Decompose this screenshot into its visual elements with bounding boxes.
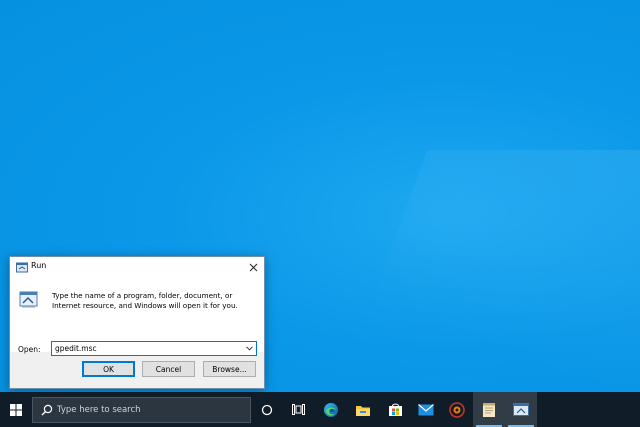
task-view-button[interactable] [282, 392, 314, 427]
task-view-icon [291, 404, 305, 415]
microsoft-store-icon [388, 403, 402, 416]
windows-start-icon [10, 403, 22, 416]
search-placeholder: Type here to search [57, 405, 141, 415]
ok-button[interactable]: OK [82, 361, 135, 377]
app-icon [449, 401, 465, 418]
app-button[interactable] [441, 392, 473, 427]
dropdown-button[interactable] [244, 343, 255, 354]
file-explorer-icon [356, 405, 370, 416]
run-icon [16, 262, 28, 273]
taskbar: Type here to search [0, 392, 640, 427]
run-icon [513, 403, 529, 416]
edge-icon [324, 402, 338, 417]
mail-button[interactable] [410, 392, 442, 427]
chevron-down-icon [246, 346, 253, 351]
start-button[interactable] [0, 392, 32, 427]
open-combobox[interactable] [51, 341, 257, 356]
run-program-icon [19, 291, 38, 308]
run-taskbar-button[interactable] [505, 392, 537, 427]
taskbar-search-box[interactable]: Type here to search [32, 397, 251, 423]
cortana-icon [261, 404, 273, 415]
open-label: Open: [18, 345, 41, 354]
close-button[interactable] [242, 257, 264, 278]
dialog-title: Run [31, 261, 47, 270]
dialog-content: Type the name of a program, folder, docu… [10, 278, 264, 356]
edge-button[interactable] [315, 392, 347, 427]
search-icon [41, 404, 53, 416]
notepad-button[interactable] [473, 392, 505, 427]
file-explorer-button[interactable] [347, 392, 379, 427]
desktop-light-beam [332, 150, 640, 392]
run-dialog: Run Type the name of a program, folder, … [9, 256, 265, 389]
microsoft-store-button[interactable] [379, 392, 411, 427]
cancel-button[interactable]: Cancel [142, 361, 195, 377]
cortana-button[interactable] [251, 392, 283, 427]
notepad-icon [483, 402, 495, 417]
open-input[interactable] [55, 342, 240, 355]
dialog-description: Type the name of a program, folder, docu… [52, 291, 238, 310]
dialog-titlebar[interactable]: Run [10, 257, 264, 278]
mail-icon [418, 403, 434, 415]
close-icon [249, 263, 257, 272]
browse-button[interactable]: Browse... [203, 361, 256, 377]
